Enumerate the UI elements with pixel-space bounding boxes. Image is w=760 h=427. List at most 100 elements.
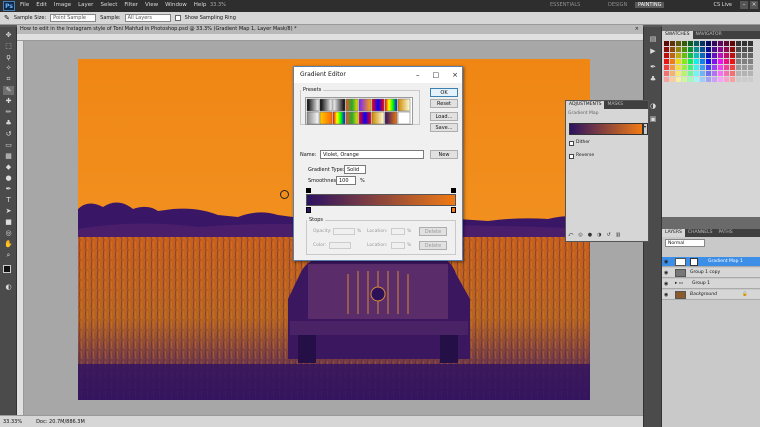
type-tool-icon[interactable]: T	[3, 196, 14, 205]
ok-button[interactable]: OK	[430, 88, 458, 97]
zoom-level[interactable]: 33.3%	[210, 2, 226, 8]
swatch-cell[interactable]	[688, 47, 693, 52]
zoom-tool-icon[interactable]: ⌕	[3, 251, 14, 260]
swatch-cell[interactable]	[700, 41, 705, 46]
swatch-cell[interactable]	[724, 41, 729, 46]
swatch-cell[interactable]	[664, 53, 669, 58]
swatch-cell[interactable]	[694, 65, 699, 70]
show-ring-checkbox[interactable]	[174, 15, 181, 21]
swatch-cell[interactable]	[706, 71, 711, 76]
tab-navigator[interactable]: NAVIGATOR	[693, 31, 725, 39]
swatch-cell[interactable]	[688, 41, 693, 46]
minimize-icon[interactable]: –	[416, 67, 420, 83]
swatch-cell[interactable]	[718, 77, 723, 82]
swatch-cell[interactable]	[712, 65, 717, 70]
layer-background[interactable]: ◉ Background 🔒	[662, 290, 760, 300]
swatch-cell[interactable]	[682, 47, 687, 52]
swatch-cell[interactable]	[712, 71, 717, 76]
menu-edit[interactable]: Edit	[36, 2, 47, 8]
eye-icon[interactable]: ◉	[664, 259, 670, 265]
swatch-cell[interactable]	[676, 41, 681, 46]
swatch-cell[interactable]	[730, 41, 735, 46]
swatch-cell[interactable]	[706, 65, 711, 70]
swatch-cell[interactable]	[742, 53, 747, 58]
swatch-cell[interactable]	[706, 41, 711, 46]
path-selection-icon[interactable]: ➤	[3, 207, 14, 216]
menu-select[interactable]: Select	[100, 2, 117, 8]
view-previous-icon[interactable]: ◑	[597, 232, 601, 240]
color-stop-left[interactable]	[306, 207, 311, 213]
workspace-essentials[interactable]: ESSENTIALS	[550, 2, 580, 8]
gradient-dropdown-icon[interactable]: ▾	[643, 123, 648, 135]
swatch-cell[interactable]	[748, 53, 753, 58]
lasso-tool-icon[interactable]: ϙ	[3, 53, 14, 62]
menu-layer[interactable]: Layer	[78, 2, 93, 8]
tab-masks[interactable]: MASKS	[604, 101, 626, 109]
swatch-cell[interactable]	[688, 77, 693, 82]
swatch-grid[interactable]	[664, 41, 760, 101]
menu-window[interactable]: Window	[165, 2, 187, 8]
save-button[interactable]: Save...	[430, 123, 458, 132]
hand-tool-icon[interactable]: ✋	[3, 240, 14, 249]
swatch-cell[interactable]	[748, 71, 753, 76]
swatch-cell[interactable]	[712, 53, 717, 58]
reset-button[interactable]: Reset	[430, 99, 458, 108]
eye-icon[interactable]: ◉	[664, 292, 670, 298]
menu-help[interactable]: Help	[194, 2, 207, 8]
sample-size-select[interactable]: Point Sample	[50, 14, 97, 22]
sample-select[interactable]: All Layers	[124, 14, 171, 22]
healing-brush-icon[interactable]: ✚	[3, 97, 14, 106]
blend-mode-select[interactable]: Normal	[665, 239, 705, 247]
swatch-cell[interactable]	[664, 41, 669, 46]
swatch-cell[interactable]	[712, 59, 717, 64]
brush-tool-icon[interactable]: ✏	[3, 108, 14, 117]
swatch-cell[interactable]	[700, 65, 705, 70]
swatch-cell[interactable]	[718, 59, 723, 64]
history-brush-icon[interactable]: ↺	[3, 130, 14, 139]
swatch-cell[interactable]	[676, 65, 681, 70]
tab-adjustments[interactable]: ADJUSTMENTS	[566, 101, 605, 109]
swatch-cell[interactable]	[730, 47, 735, 52]
blur-tool-icon[interactable]: ◆	[3, 163, 14, 172]
eye-icon[interactable]: ◉	[664, 270, 670, 276]
swatch-cell[interactable]	[682, 71, 687, 76]
swatch-cell[interactable]	[748, 47, 753, 52]
swatch-cell[interactable]	[718, 65, 723, 70]
swatch-cell[interactable]	[736, 65, 741, 70]
tab-swatches[interactable]: SWATCHES	[662, 31, 693, 39]
workspace-painting[interactable]: PAINTING	[635, 2, 665, 8]
swatch-cell[interactable]	[700, 47, 705, 52]
swatch-cell[interactable]	[748, 77, 753, 82]
swatch-cell[interactable]	[676, 71, 681, 76]
swatch-cell[interactable]	[700, 59, 705, 64]
swatch-cell[interactable]	[682, 59, 687, 64]
opacity-stop-right[interactable]	[451, 188, 456, 193]
swatch-cell[interactable]	[736, 59, 741, 64]
swatch-cell[interactable]	[712, 77, 717, 82]
swatch-cell[interactable]	[724, 65, 729, 70]
swatch-cell[interactable]	[682, 77, 687, 82]
swatch-cell[interactable]	[670, 47, 675, 52]
menu-view[interactable]: View	[145, 2, 158, 8]
swatch-cell[interactable]	[676, 53, 681, 58]
swatch-cell[interactable]	[712, 41, 717, 46]
clone-stamp-icon[interactable]: ♣	[3, 119, 14, 128]
reverse-checkbox[interactable]	[569, 154, 574, 159]
visibility-icon[interactable]: ●	[588, 232, 592, 240]
swatch-cell[interactable]	[724, 53, 729, 58]
opacity-location-input[interactable]	[391, 228, 405, 235]
opacity-stop-left[interactable]	[306, 188, 311, 193]
swatch-cell[interactable]	[724, 71, 729, 76]
adjustments-panel-icon[interactable]: ◑	[648, 102, 658, 111]
swatch-cell[interactable]	[676, 47, 681, 52]
crop-tool-icon[interactable]: ⌗	[3, 75, 14, 84]
menu-file[interactable]: File	[20, 2, 29, 8]
gradient-type-select[interactable]: Solid	[344, 165, 366, 174]
brushes-panel-icon[interactable]: ✒	[648, 63, 658, 72]
mask-thumb[interactable]	[690, 258, 698, 266]
workspace-design[interactable]: DESIGN	[608, 2, 627, 8]
swatch-cell[interactable]	[682, 65, 687, 70]
swatch-cell[interactable]	[724, 77, 729, 82]
swatch-cell[interactable]	[694, 41, 699, 46]
status-zoom[interactable]: 33.33%	[3, 419, 22, 425]
